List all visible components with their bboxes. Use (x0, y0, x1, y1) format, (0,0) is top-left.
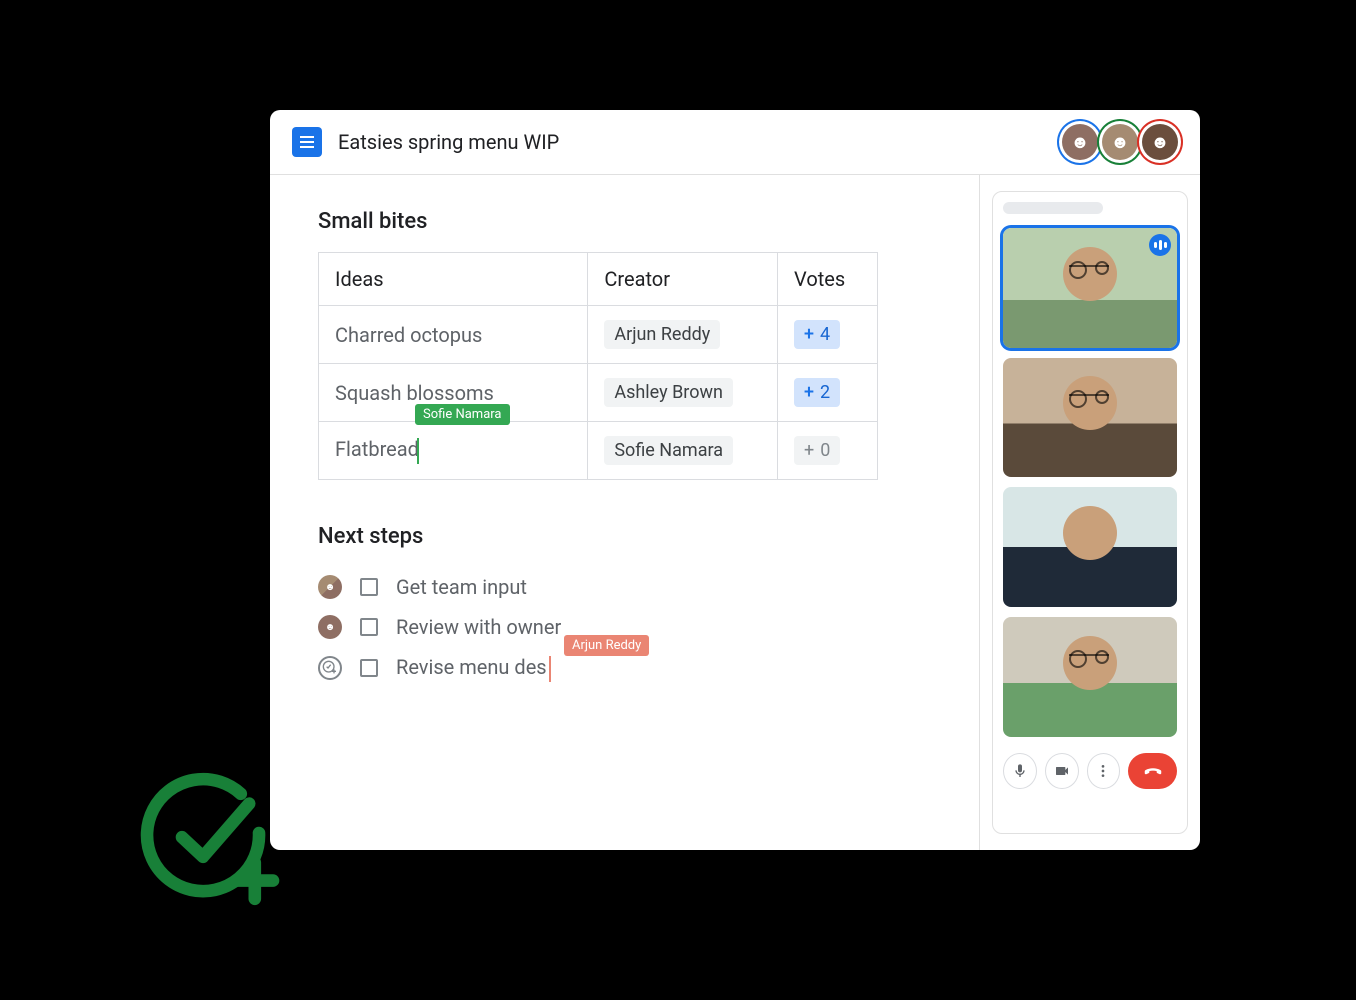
creator-chip[interactable]: Arjun Reddy (604, 320, 720, 349)
meet-title-placeholder (1003, 202, 1103, 214)
checkmark-plus-icon (140, 770, 280, 910)
creator-cell: Arjun Reddy (588, 306, 778, 364)
more-options-button[interactable] (1087, 753, 1121, 789)
votes-cell: + 2 (778, 364, 878, 422)
idea-cell[interactable]: Flatbread Sofie Namara (319, 422, 588, 480)
collaborator-cursor (417, 438, 419, 464)
creator-cell: Sofie Namara (588, 422, 778, 480)
participant-tile[interactable] (1003, 487, 1177, 607)
plus-icon: + (804, 440, 814, 461)
cursor-user-tag: Sofie Namara (415, 404, 510, 425)
collaborator-avatars: ☻ ☻ ☻ (1062, 124, 1178, 160)
assign-task-icon[interactable] (318, 656, 342, 680)
collaborator-avatar[interactable]: ☻ (1102, 124, 1138, 160)
speaking-indicator-icon (1149, 234, 1171, 256)
vote-chip[interactable]: + 2 (794, 378, 840, 407)
participant-tile[interactable] (1003, 228, 1177, 348)
document-body[interactable]: Small bites Ideas Creator Votes Charred … (270, 175, 980, 850)
mic-button[interactable] (1003, 753, 1037, 789)
docs-app-icon (292, 127, 322, 157)
task-item[interactable]: Revise menu des Arjun Reddy (318, 647, 959, 690)
hangup-button[interactable] (1128, 753, 1177, 789)
main-area: Small bites Ideas Creator Votes Charred … (270, 175, 1200, 850)
titlebar: Eatsies spring menu WIP ☻ ☻ ☻ (270, 110, 1200, 175)
section-heading-small-bites: Small bites (318, 209, 959, 234)
table-row[interactable]: Charred octopus Arjun Reddy + 4 (319, 306, 878, 364)
vote-count: 2 (820, 382, 830, 403)
collaborator-avatar[interactable]: ☻ (1062, 124, 1098, 160)
meet-controls (1003, 747, 1177, 789)
vote-count: 4 (820, 324, 830, 345)
cursor-user-tag: Arjun Reddy (564, 635, 649, 656)
idea-cell[interactable]: Charred octopus (319, 306, 588, 364)
plus-icon: + (804, 324, 814, 345)
creator-cell: Ashley Brown (588, 364, 778, 422)
vote-chip[interactable]: + 0 (794, 436, 840, 465)
collaborator-avatar[interactable]: ☻ (1142, 124, 1178, 160)
task-checkbox[interactable] (360, 618, 378, 636)
task-checkbox[interactable] (360, 659, 378, 677)
task-text[interactable]: Review with owner (396, 615, 561, 639)
task-text-content: Revise menu des (396, 655, 547, 679)
vote-chip[interactable]: + 4 (794, 320, 840, 349)
task-item[interactable]: ☻ Get team input (318, 567, 959, 607)
column-header-votes: Votes (778, 253, 878, 306)
section-heading-next-steps: Next steps (318, 524, 959, 549)
task-checkbox[interactable] (360, 578, 378, 596)
idea-text: Flatbread (335, 437, 419, 461)
app-window: Eatsies spring menu WIP ☻ ☻ ☻ Small bite… (270, 110, 1200, 850)
task-text[interactable]: Get team input (396, 575, 527, 599)
vote-count: 0 (820, 440, 830, 461)
document-title[interactable]: Eatsies spring menu WIP (338, 130, 1046, 154)
collaborator-cursor (549, 656, 551, 682)
creator-chip[interactable]: Ashley Brown (604, 378, 733, 407)
participant-tile[interactable] (1003, 617, 1177, 737)
assignee-avatar-group[interactable]: ☻ (318, 575, 342, 599)
column-header-creator: Creator (588, 253, 778, 306)
votes-cell: + 0 (778, 422, 878, 480)
next-steps-list: ☻ Get team input ☻ Review with owner (318, 567, 959, 690)
meet-card (992, 191, 1188, 834)
meet-sidebar (980, 175, 1200, 850)
ideas-table[interactable]: Ideas Creator Votes Charred octopus Arju… (318, 252, 878, 480)
participant-tile[interactable] (1003, 358, 1177, 478)
votes-cell: + 4 (778, 306, 878, 364)
camera-button[interactable] (1045, 753, 1079, 789)
column-header-ideas: Ideas (319, 253, 588, 306)
creator-chip[interactable]: Sofie Namara (604, 436, 733, 465)
table-row[interactable]: Flatbread Sofie Namara Sofie Namara + 0 (319, 422, 878, 480)
plus-icon: + (804, 382, 814, 403)
assignee-avatar[interactable]: ☻ (318, 615, 342, 639)
table-row[interactable]: Squash blossoms Ashley Brown + 2 (319, 364, 878, 422)
task-text[interactable]: Revise menu des Arjun Reddy (396, 655, 551, 682)
